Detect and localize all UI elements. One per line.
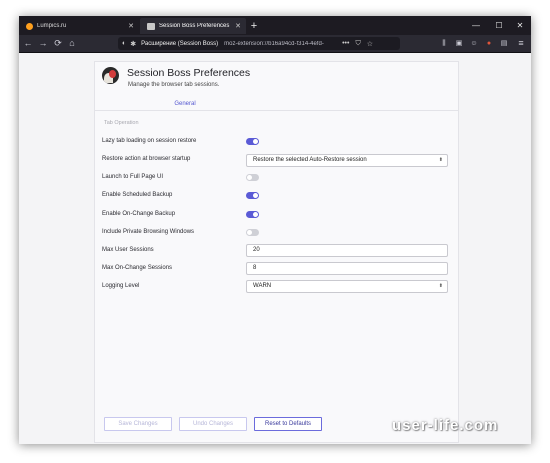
browser-window: Lumpics.ru ✕ Session Boss Preferences ✕ … (19, 16, 531, 444)
private-windows-label: Include Private Browsing Windows (102, 229, 195, 235)
restore-action-select[interactable]: Restore the selected Auto-Restore sessio… (246, 154, 448, 167)
tab-divider (95, 110, 458, 111)
undo-changes-button[interactable]: Undo Changes (179, 417, 247, 431)
session-boss-logo-icon (102, 67, 119, 84)
session-boss-favicon-icon (147, 22, 155, 30)
full-page-ui-label: Launch to Full Page UI (102, 174, 164, 180)
tab-lumpics[interactable]: Lumpics.ru ✕ (19, 18, 139, 34)
logging-level-select[interactable]: WARN ⬍ (246, 280, 448, 293)
extension-identity-label: Расширение (Session Boss) (141, 40, 219, 47)
reload-icon[interactable]: ⟳ (52, 35, 64, 52)
onchange-backup-label: Enable On-Change Backup (102, 211, 176, 217)
full-page-ui-toggle[interactable] (246, 174, 259, 181)
close-tab-icon[interactable]: ✕ (128, 22, 134, 30)
scheduled-backup-toggle[interactable] (246, 192, 259, 199)
max-user-sessions-input[interactable]: 20 (246, 244, 448, 257)
back-icon[interactable]: ← (22, 35, 34, 52)
home-icon[interactable]: ⌂ (66, 35, 78, 52)
account-icon[interactable]: ☺ (468, 35, 480, 52)
max-user-sessions-label: Max User Sessions (102, 247, 154, 253)
new-tab-button[interactable]: + (248, 18, 260, 34)
menu-hamburger-icon[interactable]: ≡ (515, 35, 527, 52)
navigation-bar: ← → ⟳ ⌂ ◐ ✱ Расширение (Session Boss) mo… (19, 35, 531, 53)
pocket-icon[interactable]: ⛉ (355, 40, 360, 48)
watermark-text: user-life.com (392, 417, 499, 434)
tab-label: Lumpics.ru (37, 23, 67, 29)
logging-level-value: WARN (253, 283, 272, 289)
save-changes-button[interactable]: Save Changes (104, 417, 172, 431)
page-subtitle: Manage the browser tab sessions. (128, 82, 220, 88)
tab-session-boss[interactable]: Session Boss Preferences ✕ (140, 18, 246, 34)
close-tab-icon[interactable]: ✕ (235, 22, 241, 30)
lazy-loading-label: Lazy tab loading on session restore (102, 138, 197, 144)
onchange-backup-toggle[interactable] (246, 211, 259, 218)
sidebar-icon[interactable]: ▣ (453, 35, 465, 52)
tracking-shield-icon[interactable]: ◐ (122, 40, 126, 47)
library-icon[interactable]: ⫼ (438, 35, 450, 52)
lumpics-favicon-icon (26, 22, 33, 30)
page-content: Session Boss Preferences Manage the brow… (19, 53, 531, 444)
maximize-button[interactable]: ☐ (488, 16, 510, 35)
minimize-button[interactable]: — (465, 16, 487, 35)
tab-strip: Lumpics.ru ✕ Session Boss Preferences ✕ … (19, 16, 531, 35)
lazy-loading-toggle[interactable] (246, 138, 259, 145)
section-label: Tab Operation (104, 120, 139, 126)
private-windows-toggle[interactable] (246, 229, 259, 236)
address-bar[interactable]: ◐ ✱ Расширение (Session Boss) moz-extens… (118, 37, 400, 50)
close-window-button[interactable]: ✕ (509, 16, 531, 35)
forward-icon[interactable]: → (37, 35, 49, 52)
logging-level-label: Logging Level (102, 283, 140, 289)
extension-red-icon[interactable]: ● (483, 35, 495, 52)
restore-action-label: Restore action at browser startup (102, 156, 191, 162)
page-title: Session Boss Preferences (127, 67, 251, 79)
max-onchange-sessions-input[interactable]: 8 (246, 262, 448, 275)
page-actions-menu-icon[interactable]: ••• (342, 40, 349, 47)
extension-session-icon[interactable]: ▤ (498, 35, 510, 52)
max-onchange-sessions-label: Max On-Change Sessions (102, 265, 173, 271)
restore-action-value: Restore the selected Auto-Restore sessio… (253, 157, 367, 163)
bookmark-star-icon[interactable]: ☆ (367, 40, 373, 48)
url-text[interactable]: moz-extension://b16a94cd-f314-4efd- (224, 41, 336, 47)
preferences-panel: Session Boss Preferences Manage the brow… (94, 61, 459, 443)
reset-defaults-button[interactable]: Reset to Defaults (254, 417, 322, 431)
extension-puzzle-icon: ✱ (130, 40, 137, 48)
chevron-updown-icon: ⬍ (438, 157, 443, 163)
scheduled-backup-label: Enable Scheduled Backup (102, 192, 173, 198)
tab-label: Session Boss Preferences (159, 23, 230, 29)
chevron-updown-icon: ⬍ (438, 283, 443, 289)
